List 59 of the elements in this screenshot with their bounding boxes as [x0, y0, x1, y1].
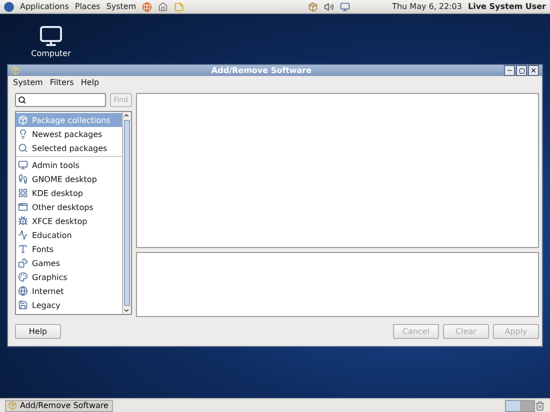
list-item[interactable]: Graphics	[16, 270, 122, 284]
minimize-button[interactable]	[504, 65, 515, 76]
computer-icon[interactable]	[39, 24, 63, 48]
list-item[interactable]: Education	[16, 228, 122, 242]
list-item[interactable]: XFCE desktop	[16, 214, 122, 228]
minimize-icon	[506, 67, 513, 74]
network-icon[interactable]	[340, 2, 350, 12]
search-field[interactable]	[15, 93, 106, 107]
globe-icon	[18, 286, 28, 296]
search-icon	[18, 143, 28, 153]
palette-icon	[18, 272, 28, 282]
search-icon	[18, 96, 26, 104]
dice-icon	[18, 258, 28, 268]
list-item[interactable]: KDE desktop	[16, 186, 122, 200]
list-item[interactable]: Games	[16, 256, 122, 270]
menu-item[interactable]: Filters	[50, 78, 74, 87]
list-item[interactable]: Legacy	[16, 298, 122, 312]
user-name[interactable]: Live System User	[468, 2, 546, 11]
taskbar-button[interactable]: Add/Remove Software	[5, 400, 113, 412]
home-icon[interactable]	[158, 2, 168, 12]
scrollbar[interactable]	[122, 112, 131, 314]
menu-item[interactable]: System	[13, 78, 43, 87]
list-item[interactable]: Admin tools	[16, 158, 122, 172]
list-item[interactable]: Selected packages	[16, 141, 122, 155]
list-item[interactable]: Fonts	[16, 242, 122, 256]
speaker-icon[interactable]	[324, 2, 334, 12]
list-item[interactable]: Newest packages	[16, 127, 122, 141]
panel-menu[interactable]: Applications	[20, 2, 69, 11]
grid-icon	[18, 188, 28, 198]
panel-menu[interactable]: System	[106, 2, 136, 11]
package-icon	[8, 401, 17, 410]
monitor-icon	[18, 160, 28, 170]
activity-icon	[18, 230, 28, 240]
maximize-button[interactable]	[516, 65, 527, 76]
floppy-icon	[18, 300, 28, 310]
logo-icon	[4, 2, 14, 12]
close-button[interactable]	[528, 65, 539, 76]
package-icon	[11, 66, 20, 75]
list-item[interactable]: Internet	[16, 284, 122, 298]
panel-menu[interactable]: Places	[74, 2, 100, 11]
package-icon[interactable]	[308, 2, 318, 12]
workspace-switcher[interactable]	[505, 400, 535, 412]
menu-item[interactable]: Help	[80, 78, 100, 87]
close-icon	[530, 67, 537, 74]
list-item[interactable]: GNOME desktop	[16, 172, 122, 186]
desktop-icon-label[interactable]: Computer	[31, 49, 71, 58]
letter-icon	[18, 244, 28, 254]
lightbulb-icon	[18, 129, 28, 139]
trash-icon[interactable]	[535, 400, 545, 410]
dialog-button[interactable]: Help	[15, 324, 61, 339]
footprint-icon	[18, 174, 28, 184]
bug-icon	[18, 216, 28, 226]
list-item[interactable]: Other desktops	[16, 200, 122, 214]
maximize-icon	[518, 68, 524, 74]
window-icon	[18, 202, 28, 212]
globe-icon[interactable]	[142, 2, 152, 12]
window-title: Add/Remove Software	[210, 66, 313, 75]
package-icon	[18, 115, 28, 125]
clock[interactable]: Thu May 6, 22:03	[392, 2, 462, 11]
